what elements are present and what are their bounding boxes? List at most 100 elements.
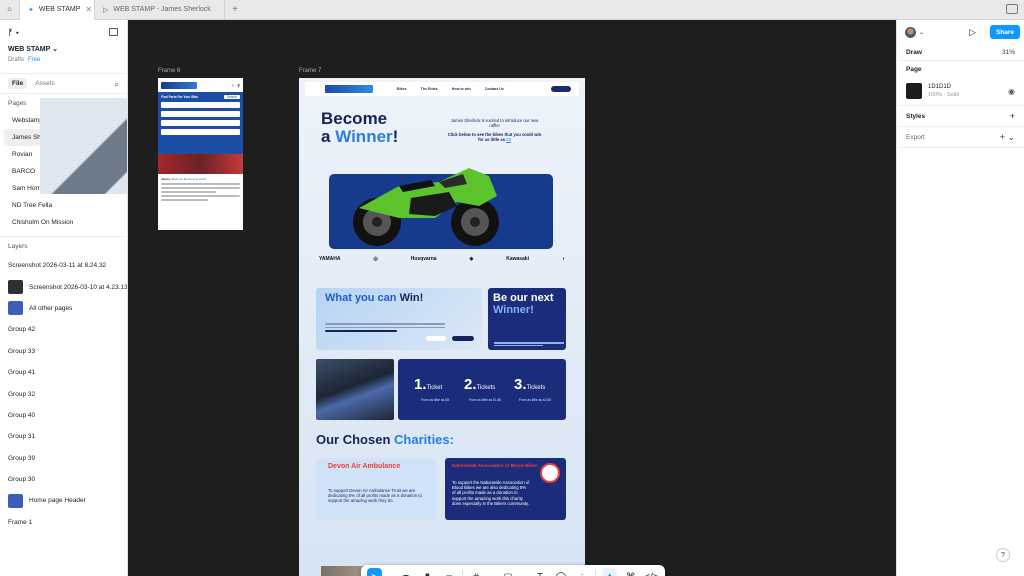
shape-tool-icon[interactable]: ▢ [501,568,516,576]
frame7-label[interactable]: Frame 7 [299,68,321,74]
ticket-num: 1. [414,376,427,393]
frame6-label[interactable]: Frame 6 [158,68,180,74]
present-icon[interactable]: ▷ [969,27,976,38]
file-title[interactable]: WEB STAMP ⌄ [8,45,119,53]
pen-tool-icon[interactable]: ✒ [399,568,414,576]
tab-file[interactable]: File [8,78,28,89]
dev-mode-icon[interactable]: ⌘ [623,568,638,576]
page-item[interactable]: ND Tree Fella [4,197,123,214]
hero-a: a [321,127,336,146]
close-icon[interactable]: ✕ [85,5,92,14]
layer-item[interactable]: Frame 1 [0,98,127,533]
nav-link-rules: The Rules [420,87,438,91]
tab-web-stamp[interactable]: ✦ WEB STAMP ✕ [20,0,95,20]
page-opacity[interactable]: 100% [928,92,942,98]
layer-item[interactable]: Group 32 [0,98,127,404]
layer-item[interactable]: Group 33 [0,98,127,362]
charity-card-devon: Devon Air Ambulance To support Devon Air… [316,458,436,520]
frame-6[interactable]: ≡ ⚲ Find Parts For Your Bike Search James… [158,78,243,230]
layer-item[interactable]: All other pages [0,298,127,319]
finder-title: Find Parts For Your Bike [161,95,199,99]
charity-text: To support Devon Air Ambulance Trust we … [328,488,422,504]
layers-list: Screenshot 2026-03-11 at 8.24.32 Screensh… [0,98,127,533]
canvas[interactable]: Frame 6 Frame 7 ≡ ⚲ Find Parts For Your … [128,20,896,576]
layer-label: Group 41 [8,369,36,377]
page-section-label: Page [906,65,922,73]
pages-header-label: Pages [8,99,27,107]
page-color-swatch[interactable] [906,83,922,99]
add-style-icon[interactable]: + [1010,111,1015,121]
finder-search-button: Search [223,95,240,99]
move-tool-icon[interactable]: ➤ [367,568,382,576]
highlighter-tool-icon[interactable]: ▰ [441,568,456,576]
text-line [494,342,564,344]
mobile-heading: James [161,177,171,181]
layer-item[interactable]: Group 42 [0,98,127,340]
nav-link-bikes: Bikes [397,87,407,91]
card-placeholder-text [494,341,564,346]
draw-label[interactable]: Draw [906,49,922,56]
layer-item[interactable]: Group 40 [0,98,127,426]
layer-thumbnail [8,301,23,316]
hero-price: £8 [506,137,511,142]
add-export-icon[interactable]: + ⌄ [1000,132,1015,143]
hero-heading: Become a Winner! [321,110,398,146]
file-location: Drafts Free [8,57,119,63]
comment-tool-icon[interactable]: ◯ [553,568,568,576]
layer-label: All other pages [29,304,73,312]
layers-header: Layers [0,237,127,255]
figma-menu-icon[interactable]: ᚠ ▾ [8,28,119,37]
frame-tool-icon[interactable]: # [469,568,484,576]
layer-item[interactable]: Group 39 [0,98,127,469]
text-line [325,330,397,332]
layer-item[interactable]: Group 31 [0,98,127,447]
mobile-heading-accent: Sherlock Motorcycle Parts [171,177,207,181]
layer-item[interactable]: Home page Header [0,490,127,511]
text-line [325,323,445,325]
nav-cta-button [551,86,571,92]
help-button[interactable]: ? [996,548,1010,562]
page-item[interactable]: Chisholm On Mission [4,214,123,231]
zoom-level[interactable]: 31% [1002,49,1015,56]
frame-7[interactable]: Bikes The Rules How to win Contact Us Be… [299,78,585,576]
chevron-down-icon[interactable]: ⌄ [919,29,924,36]
drafts-link[interactable]: Drafts [8,57,24,63]
select-field [161,102,240,108]
select-field [161,120,240,126]
brand-logo [161,81,197,89]
divider [897,147,1024,148]
charity-text: To support the Nationwide Association of… [452,480,530,506]
text-tool-icon[interactable]: T [533,568,548,576]
figma-file-icon: ✦ [28,6,34,14]
folder-icon[interactable] [1006,4,1018,14]
tab-assets[interactable]: Assets [35,80,55,87]
new-tab-icon[interactable]: + [225,4,245,15]
design-mode-icon[interactable]: ✦ [602,568,618,576]
ticket-sub: From as little as £2.60 [518,398,552,402]
actions-icon[interactable]: ⁘ [574,568,589,576]
layer-item[interactable]: Screenshot 2026-03-11 at 8.24.32 [0,98,127,276]
layer-item[interactable]: Group 41 [0,98,127,383]
avatar[interactable] [905,26,916,38]
code-icon[interactable]: </> [644,568,659,576]
eye-icon[interactable]: ◉ [1008,87,1015,96]
motorcycle-image [353,168,499,246]
tab-web-stamp-james-sherlock[interactable]: ▷ WEB STAMP - James Sherlock [95,0,225,20]
panel-tabs: File Assets ⌕ [0,74,127,94]
ticket-sub: From as little as £1.80 [468,398,502,402]
page-color-value[interactable]: 1D1D1D [928,83,959,91]
home-icon[interactable]: ⌂ [0,0,20,20]
toggle-panel-icon[interactable] [109,28,118,36]
layer-item[interactable]: Screenshot 2026-03-10 at 4.23.13 [0,276,127,297]
brand-logo [325,85,373,93]
share-button[interactable]: Share [990,25,1020,39]
search-icon[interactable]: ⌕ [115,80,119,90]
charities-b: Charities: [394,432,454,447]
card-button-secondary [426,336,446,341]
marker-tool-icon[interactable]: ▮ [420,568,435,576]
tab-label: WEB STAMP [38,6,81,13]
select-field [161,111,240,117]
layer-item[interactable]: Group 30 [0,98,127,490]
plan-badge[interactable]: Free [28,57,40,63]
layer-label: Screenshot 2026-03-11 at 8.24.32 [8,262,107,270]
